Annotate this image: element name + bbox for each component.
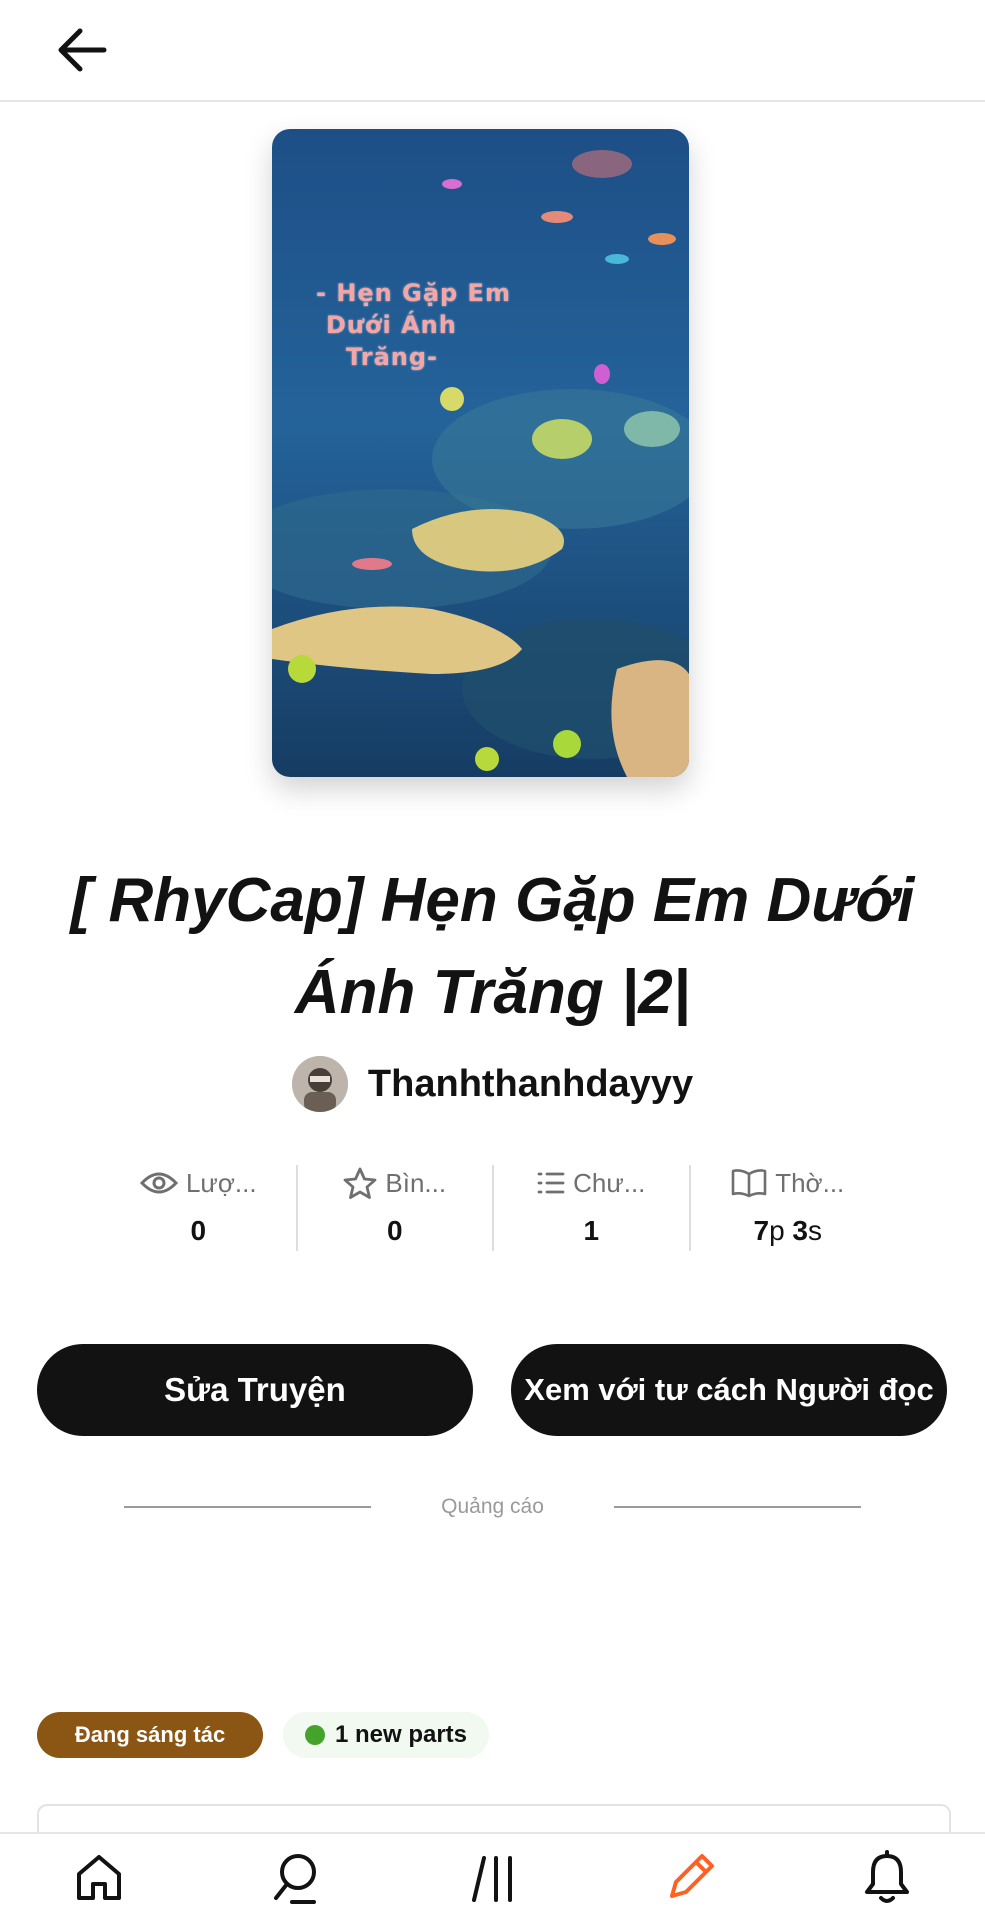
story-cover[interactable]: - Hẹn Gặp Em Dưới Ánh Trăng- xyxy=(272,129,689,777)
back-button[interactable] xyxy=(50,22,114,78)
avatar-image xyxy=(291,1056,348,1112)
story-stats: Lượ... 0 Bìn... 0 Chư... 1 Thờ... 7p 3s xyxy=(101,1165,885,1251)
arrow-left-icon xyxy=(58,28,107,72)
new-parts-badge: 1 new parts xyxy=(283,1712,489,1758)
divider-line xyxy=(613,1506,861,1508)
stat-value: 0 xyxy=(190,1215,207,1246)
stat-value: 1 xyxy=(583,1215,600,1246)
status-badge: Đang sáng tác xyxy=(37,1712,263,1758)
ad-label: Quảng cáo xyxy=(441,1495,544,1518)
time-seconds: 3 xyxy=(792,1215,808,1246)
nav-search[interactable] xyxy=(251,1838,341,1918)
time-minutes-unit: p xyxy=(769,1215,793,1246)
cover-title-text: - Hẹn Gặp Em Dưới Ánh Trăng- xyxy=(316,277,546,373)
nav-write[interactable] xyxy=(645,1838,735,1918)
stat-value: 0 xyxy=(386,1215,403,1246)
cover-text-line: Dưới Ánh xyxy=(326,311,457,339)
time-seconds-unit: s xyxy=(808,1215,822,1246)
stat-votes: Bìn... 0 xyxy=(298,1165,494,1251)
story-title: [ RhyCap] Hẹn Gặp Em Dưới Ánh Trăng |2| xyxy=(70,866,915,1027)
top-bar xyxy=(0,0,985,102)
nav-home[interactable] xyxy=(54,1838,144,1918)
stat-parts: Chư... 1 xyxy=(494,1165,691,1251)
author-name[interactable]: Thanhthanhdayyy xyxy=(368,1063,693,1106)
view-as-reader-button[interactable]: Xem với tư cách Người đọc xyxy=(511,1344,947,1436)
stat-reads: Lượ... 0 xyxy=(101,1165,298,1251)
stat-value: 7p 3s xyxy=(753,1215,822,1251)
home-icon xyxy=(76,1855,121,1900)
search-icon xyxy=(273,1854,316,1904)
cover-image xyxy=(272,129,689,777)
edit-story-button[interactable]: Sửa Truyện xyxy=(37,1344,473,1436)
author-row[interactable]: Thanhthanhdayyy xyxy=(0,1055,985,1113)
bottom-nav xyxy=(0,1832,985,1922)
bell-icon xyxy=(864,1850,909,1903)
nav-notifications[interactable] xyxy=(842,1838,932,1918)
cover-text-line: Trăng- xyxy=(346,343,438,371)
pencil-icon xyxy=(669,1854,714,1898)
ad-divider: Quảng cáo xyxy=(124,1490,861,1524)
eye-icon xyxy=(139,1172,178,1194)
list-icon xyxy=(537,1172,565,1194)
nav-library[interactable] xyxy=(448,1838,538,1918)
new-parts-label: 1 new parts xyxy=(334,1721,468,1748)
star-icon xyxy=(343,1167,377,1199)
stat-label: Lượ... xyxy=(185,1167,257,1198)
stat-label: Bìn... xyxy=(385,1167,447,1198)
library-icon xyxy=(471,1856,512,1902)
book-icon xyxy=(731,1169,767,1198)
cover-text-line: - Hẹn Gặp Em xyxy=(316,279,511,307)
green-dot-icon xyxy=(304,1725,325,1745)
avatar[interactable] xyxy=(291,1056,348,1112)
divider-line xyxy=(124,1506,372,1508)
stat-reading-time: Thờ... 7p 3s xyxy=(691,1165,886,1251)
time-minutes: 7 xyxy=(753,1215,770,1246)
stat-label: Chư... xyxy=(573,1167,646,1198)
stat-label: Thờ... xyxy=(775,1167,845,1198)
